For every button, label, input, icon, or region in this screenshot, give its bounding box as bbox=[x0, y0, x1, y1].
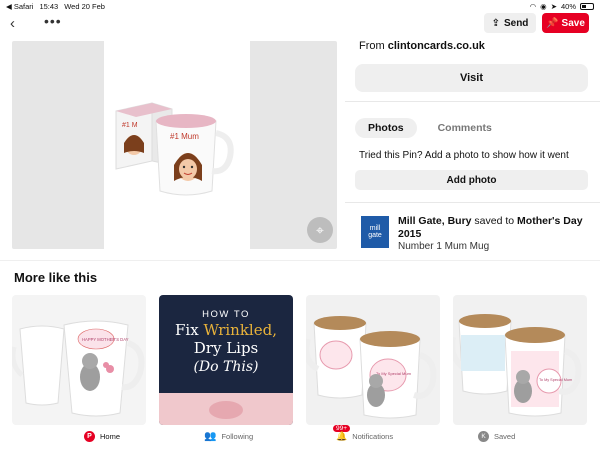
visual-search-icon[interactable]: ⌖ bbox=[307, 217, 333, 243]
bell-icon: 🔔 bbox=[336, 431, 348, 441]
box-text: #1 M bbox=[122, 122, 138, 129]
people-icon: 👥 bbox=[204, 431, 217, 442]
wifi-icon: ◠ bbox=[529, 1, 537, 11]
share-icon: ⇪ bbox=[491, 17, 500, 29]
pin-icon: 📌 bbox=[546, 17, 559, 29]
saver-avatar[interactable]: mill gate bbox=[361, 216, 389, 248]
saved-attribution: Mill Gate, Bury saved to Mother's Day 20… bbox=[398, 215, 598, 241]
send-button[interactable]: ⇪ Send bbox=[484, 13, 536, 33]
saver-logo-line1: mill bbox=[369, 225, 381, 232]
mug-image: To My Special Mum bbox=[453, 314, 582, 417]
add-photo-button[interactable]: Add photo bbox=[355, 170, 588, 190]
tried-prompt: Tried this Pin? Add a photo to show how … bbox=[359, 150, 569, 161]
article-kicker: HOW TO bbox=[202, 309, 250, 320]
tab-comments[interactable]: Comments bbox=[425, 118, 505, 138]
mug-illustration: #1 M #1 Mum bbox=[115, 102, 234, 196]
article-subhead: (Do This) bbox=[193, 359, 259, 375]
related-pin-card[interactable]: HOW TO Fix Wrinkled, Dry Lips (Do This) bbox=[159, 295, 293, 425]
status-date: Wed 20 Feb bbox=[64, 1, 105, 11]
tried-tabs: Photos Comments bbox=[355, 118, 505, 138]
divider bbox=[345, 202, 600, 203]
nav-home[interactable]: P Home bbox=[84, 431, 120, 442]
pinterest-logo-icon: P bbox=[84, 431, 95, 442]
pin-toolbar: ‹ ••• ⇪ Send 📌 Save bbox=[0, 12, 600, 34]
nav-notifications[interactable]: 🔔 Notifications bbox=[336, 431, 393, 442]
visit-button[interactable]: Visit bbox=[355, 64, 588, 92]
nav-home-label: Home bbox=[100, 432, 121, 441]
send-label: Send bbox=[503, 17, 529, 29]
status-time: 15:43 bbox=[39, 1, 59, 11]
pin-title: Number 1 Mum Mug bbox=[398, 241, 490, 252]
profile-avatar-icon: K bbox=[478, 431, 489, 442]
article-headline: Fix Wrinkled, Dry Lips bbox=[159, 321, 293, 357]
related-pin-card[interactable]: HAPPY MOTHER'S DAY bbox=[12, 295, 146, 425]
divider bbox=[345, 101, 600, 102]
divider bbox=[0, 260, 600, 261]
more-like-this-heading: More like this bbox=[14, 270, 98, 285]
from-prefix: From bbox=[359, 40, 388, 52]
bottom-nav: P Home 👥 Following 99+ 🔔 Notifications K… bbox=[0, 425, 600, 450]
nav-saved-label: Saved bbox=[494, 432, 516, 441]
headline-fix: Fix bbox=[175, 321, 204, 339]
saved-to-text: saved to bbox=[471, 215, 518, 227]
back-to-app-label[interactable]: ◀ Safari bbox=[6, 2, 33, 11]
related-pin-card[interactable]: To My Special Mum bbox=[453, 295, 587, 425]
source-domain: clintoncards.co.uk bbox=[387, 40, 485, 52]
status-bar: ◀ Safari 15:43 Wed 20 Feb ◠ ◉ ➤ 40% bbox=[0, 0, 600, 12]
headline-wrinkled: Wrinkled, bbox=[203, 321, 277, 339]
nav-notifications-label: Notifications bbox=[352, 432, 394, 441]
article-photo bbox=[159, 393, 293, 425]
mug-text: To My Special Mum bbox=[376, 371, 412, 376]
battery-percent: 40% bbox=[560, 1, 576, 11]
source-line[interactable]: From clintoncards.co.uk bbox=[359, 40, 485, 52]
headline-line2: Dry Lips bbox=[193, 339, 259, 357]
related-pins-grid: HAPPY MOTHER'S DAY HOW TO Fix Wrinkled, D… bbox=[12, 295, 600, 425]
mug-text: #1 Mum bbox=[170, 132, 199, 141]
tab-photos[interactable]: Photos bbox=[355, 118, 417, 138]
nav-saved[interactable]: K Saved bbox=[478, 431, 515, 442]
pin-details: From clintoncards.co.uk Visit Photos Com… bbox=[345, 34, 600, 260]
back-chevron-icon[interactable]: ‹ bbox=[10, 15, 15, 32]
related-pin-card[interactable]: To My Special Mum bbox=[306, 295, 440, 425]
location-icon: ➤ bbox=[550, 1, 557, 11]
battery-icon bbox=[580, 2, 594, 10]
save-label: Save bbox=[561, 17, 585, 29]
lock-rotation-icon: ◉ bbox=[540, 1, 547, 11]
mug-image: HAPPY MOTHER'S DAY bbox=[12, 320, 145, 417]
saver-name[interactable]: Mill Gate, Bury bbox=[398, 215, 472, 227]
mug-text: HAPPY MOTHER'S DAY bbox=[82, 337, 129, 342]
mug-image: To My Special Mum bbox=[306, 316, 437, 419]
nav-following-label: Following bbox=[221, 432, 254, 441]
pin-photo: #1 M #1 Mum bbox=[104, 41, 250, 249]
mug-text: To My Special Mum bbox=[539, 378, 572, 382]
save-button[interactable]: 📌 Save bbox=[542, 13, 589, 33]
more-options-icon[interactable]: ••• bbox=[44, 13, 62, 29]
nav-following[interactable]: 👥 Following bbox=[204, 431, 253, 442]
pin-image[interactable]: #1 M #1 Mum ⌖ bbox=[12, 41, 337, 249]
saver-logo-line2: gate bbox=[368, 232, 382, 239]
